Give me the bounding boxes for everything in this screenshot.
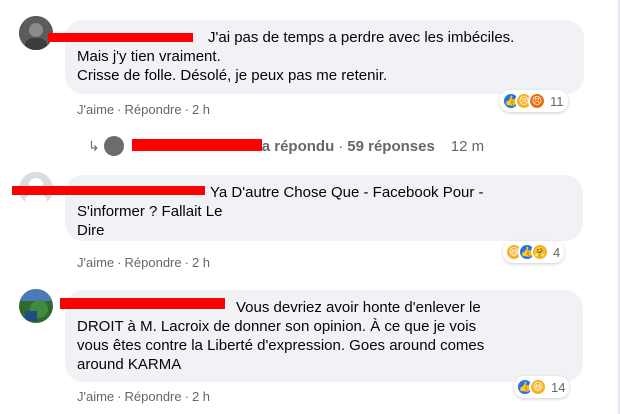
comment-3-line-3: vous êtes contre la Liberté d'expression… — [77, 337, 485, 354]
replier-avatar — [103, 136, 124, 156]
comment-2-like-link[interactable]: J'aime — [77, 255, 114, 270]
comment-2-line-2: S'informer ? Fallait Le — [77, 203, 223, 220]
reply-summary-count[interactable]: 59 réponses — [347, 138, 435, 155]
comment-1-reactions[interactable]: 👍 😢 😠 11 — [500, 90, 568, 112]
comment-2-reaction-count: 4 — [553, 244, 561, 260]
comment-2-timestamp[interactable]: 2 h — [192, 255, 210, 270]
reply-arrow-icon: ↳ — [88, 137, 100, 154]
comment-3-line-2: DROIT à M. Lacroix de donner son opinion… — [77, 318, 477, 335]
comment-1-reply-link[interactable]: Répondre — [125, 102, 182, 117]
comment-1-line-2: Mais j'y tien vraiment. — [77, 48, 221, 65]
comment-2-reply-link[interactable]: Répondre — [125, 255, 182, 270]
comment-1-bubble: J'ai pas de temps a perdre avec les imbé… — [65, 20, 584, 94]
comment-1-timestamp[interactable]: 2 h — [192, 102, 210, 117]
comment-1-like-link[interactable]: J'aime — [77, 102, 114, 117]
comment-2-bubble: Ya D'autre Chose Que - Facebook Pour - S… — [65, 175, 583, 241]
angry-icon: 😠 — [528, 92, 546, 110]
reply-summary-time: 12 m — [450, 137, 485, 155]
reply-summary-replied: a répondu — [261, 137, 335, 155]
comment-1-author-redaction — [48, 33, 193, 42]
comment-1-reaction-count: 11 — [550, 93, 564, 109]
comment-3-reactions[interactable]: 👍 😆 14 — [514, 376, 570, 398]
comment-2-author-redaction — [12, 186, 205, 195]
comment-3-line-4: around KARMA — [77, 356, 182, 373]
comment-3-author-redaction — [60, 298, 225, 309]
comment-2-line-3: Dire — [77, 222, 105, 239]
comment-3-actions: J'aime · Répondre · 2 h — [77, 389, 211, 404]
reply-author-redaction — [132, 139, 262, 151]
comment-3-like-link[interactable]: J'aime — [77, 389, 114, 404]
comment-2-reactions[interactable]: 😆 👍 🤗 4 — [503, 241, 565, 263]
comment-3-avatar[interactable] — [19, 289, 53, 323]
comment-2-actions: J'aime · Répondre · 2 h — [77, 255, 211, 270]
comment-1-actions: J'aime · Répondre · 2 h — [77, 102, 211, 117]
care-icon: 🤗 — [531, 243, 549, 261]
comment-1-line-3: Crisse de folle. Désolé, je peux pas me … — [77, 67, 388, 84]
comment-3-reply-link[interactable]: Répondre — [125, 389, 182, 404]
haha-icon: 😆 — [529, 378, 547, 396]
comment-3-reaction-count: 14 — [551, 379, 566, 395]
comment-3-timestamp[interactable]: 2 h — [192, 389, 210, 404]
